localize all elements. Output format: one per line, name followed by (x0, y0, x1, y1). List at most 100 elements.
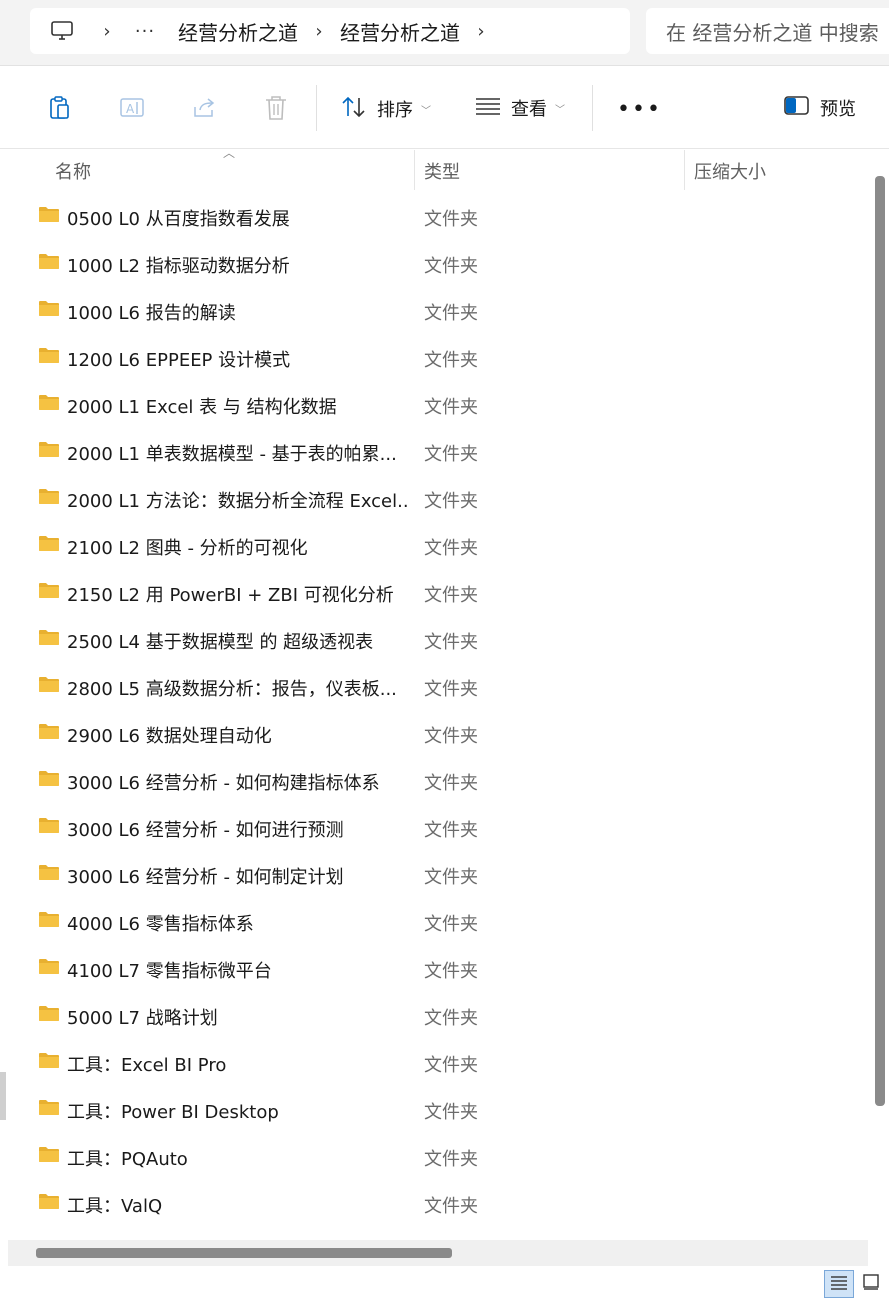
file-row[interactable]: 3000 L6 经营分析 - 如何制定计划 文件夹 (8, 854, 868, 894)
folder-icon (38, 817, 60, 834)
sort-label: 排序 (377, 100, 413, 121)
file-type: 文件夹 (424, 773, 478, 794)
file-row[interactable]: 3000 L6 经营分析 - 如何构建指标体系 文件夹 (8, 760, 868, 800)
chevron-down-icon: ﹀ (421, 105, 431, 117)
file-type: 文件夹 (424, 1149, 478, 1170)
trash-icon (264, 95, 288, 125)
file-row[interactable]: 4000 L6 零售指标体系 文件夹 (8, 901, 868, 941)
file-name: 4000 L6 零售指标体系 (67, 914, 254, 935)
column-divider[interactable] (414, 150, 415, 190)
chevron-right-icon[interactable]: › (306, 21, 332, 42)
share-icon (192, 97, 218, 123)
file-list: ︿ 名称 类型 压缩大小 0500 L0 从百度指数看发展 文件夹 1000 L2 … (8, 146, 868, 1290)
file-name: 3000 L6 经营分析 - 如何制定计划 (67, 867, 344, 888)
svg-text:A: A (126, 102, 135, 116)
navigation-pane-edge[interactable] (0, 1072, 6, 1120)
file-row[interactable]: 1000 L2 指标驱动数据分析 文件夹 (8, 243, 868, 283)
file-row[interactable]: 工具：PQAuto 文件夹 (8, 1136, 868, 1176)
address-bar: › ··· 经营分析之道 › 经营分析之道 › 在 经营分析之道 中搜索 (0, 0, 889, 66)
tiles-view-button[interactable] (856, 1270, 886, 1298)
delete-button[interactable] (264, 95, 288, 125)
tiles-view-icon (861, 1273, 881, 1295)
file-row[interactable]: 4100 L7 零售指标微平台 文件夹 (8, 948, 868, 988)
preview-pane-button[interactable]: 预览 (784, 95, 856, 121)
file-row[interactable]: 2900 L6 数据处理自动化 文件夹 (8, 713, 868, 753)
preview-pane-icon (784, 95, 810, 121)
file-type: 文件夹 (424, 491, 478, 512)
file-type: 文件夹 (424, 679, 478, 700)
breadcrumb-item[interactable]: 经营分析之道 (332, 17, 468, 46)
toolbar-divider (316, 85, 317, 131)
column-divider[interactable] (684, 150, 685, 190)
view-button[interactable]: 查看 ﹀ (475, 95, 565, 121)
file-type: 文件夹 (424, 632, 478, 653)
file-name: 3000 L6 经营分析 - 如何进行预测 (67, 820, 344, 841)
column-name[interactable]: 名称 (55, 158, 91, 184)
folder-icon (38, 1099, 60, 1116)
file-type: 文件夹 (424, 209, 478, 230)
file-name: 2150 L2 用 PowerBI + ZBI 可视化分析 (67, 585, 394, 606)
sort-button[interactable]: 排序 ﹀ (341, 95, 431, 123)
file-row[interactable]: 工具：ValQ 文件夹 (8, 1183, 868, 1223)
preview-label: 预览 (820, 99, 856, 120)
file-name: 工具：Excel BI Pro (67, 1055, 227, 1076)
file-type: 文件夹 (424, 1102, 478, 1123)
file-name: 2800 L5 高级数据分析：报告，仪表板... (67, 679, 397, 700)
chevron-right-icon[interactable]: › (468, 21, 494, 42)
file-name: 2000 L1 单表数据模型 - 基于表的帕累... (67, 444, 397, 465)
file-name: 4100 L7 零售指标微平台 (67, 961, 272, 982)
folder-icon (38, 206, 60, 223)
folder-icon (38, 1193, 60, 1210)
vertical-scrollbar[interactable] (875, 176, 885, 1106)
more-options-button[interactable]: ••• (617, 97, 662, 122)
chevron-right-icon[interactable]: › (94, 21, 120, 42)
folder-icon (38, 770, 60, 787)
file-type: 文件夹 (424, 820, 478, 841)
column-size[interactable]: 压缩大小 (694, 158, 766, 184)
file-row[interactable]: 1000 L6 报告的解读 文件夹 (8, 290, 868, 330)
file-name: 工具：ValQ (67, 1196, 163, 1217)
chevron-down-icon: ﹀ (555, 104, 565, 116)
file-row[interactable]: 0500 L0 从百度指数看发展 文件夹 (8, 196, 868, 236)
file-row[interactable]: 2000 L1 方法论：数据分析全流程 Excel... 文件夹 (8, 478, 868, 518)
file-row[interactable]: 3000 L6 经营分析 - 如何进行预测 文件夹 (8, 807, 868, 847)
folder-icon (38, 441, 60, 458)
rename-button[interactable]: A (120, 97, 146, 123)
file-row[interactable]: 2150 L2 用 PowerBI + ZBI 可视化分析 文件夹 (8, 572, 868, 612)
file-row[interactable]: 2800 L5 高级数据分析：报告，仪表板... 文件夹 (8, 666, 868, 706)
file-row[interactable]: 5000 L7 战略计划 文件夹 (8, 995, 868, 1035)
search-input[interactable]: 在 经营分析之道 中搜索 (646, 8, 889, 54)
file-type: 文件夹 (424, 303, 478, 324)
file-row[interactable]: 2000 L1 单表数据模型 - 基于表的帕累... 文件夹 (8, 431, 868, 471)
breadcrumb-item[interactable]: 经营分析之道 (170, 17, 306, 46)
file-row[interactable]: 工具：Power BI Desktop 文件夹 (8, 1089, 868, 1129)
more-crumbs-button[interactable]: ··· (120, 21, 170, 42)
folder-icon (38, 911, 60, 928)
file-name: 2100 L2 图典 - 分析的可视化 (67, 538, 308, 559)
folder-icon (38, 1146, 60, 1163)
folder-icon (38, 629, 60, 646)
folder-icon (38, 347, 60, 364)
folder-icon (38, 535, 60, 552)
share-button[interactable] (192, 97, 218, 123)
file-row[interactable]: 1200 L6 EPPEEP 设计模式 文件夹 (8, 337, 868, 377)
file-name: 5000 L7 战略计划 (67, 1008, 218, 1029)
column-type[interactable]: 类型 (424, 158, 460, 184)
rename-icon: A (120, 97, 146, 123)
file-row[interactable]: 2100 L2 图典 - 分析的可视化 文件夹 (8, 525, 868, 565)
column-header: ︿ 名称 类型 压缩大小 (8, 146, 868, 190)
file-row[interactable]: 2500 L4 基于数据模型 的 超级透视表 文件夹 (8, 619, 868, 659)
file-row[interactable]: 工具：Excel BI Pro 文件夹 (8, 1042, 868, 1082)
folder-icon (38, 1052, 60, 1069)
folder-icon (38, 864, 60, 881)
this-pc-icon[interactable] (30, 20, 94, 42)
paste-button[interactable] (48, 95, 72, 125)
details-view-icon (829, 1273, 849, 1295)
file-name: 2500 L4 基于数据模型 的 超级透视表 (67, 632, 374, 653)
horizontal-scrollbar[interactable] (36, 1248, 452, 1258)
folder-icon (38, 394, 60, 411)
file-type: 文件夹 (424, 444, 478, 465)
folder-icon (38, 488, 60, 505)
details-view-button[interactable] (824, 1270, 854, 1298)
file-row[interactable]: 2000 L1 Excel 表 与 结构化数据 文件夹 (8, 384, 868, 424)
